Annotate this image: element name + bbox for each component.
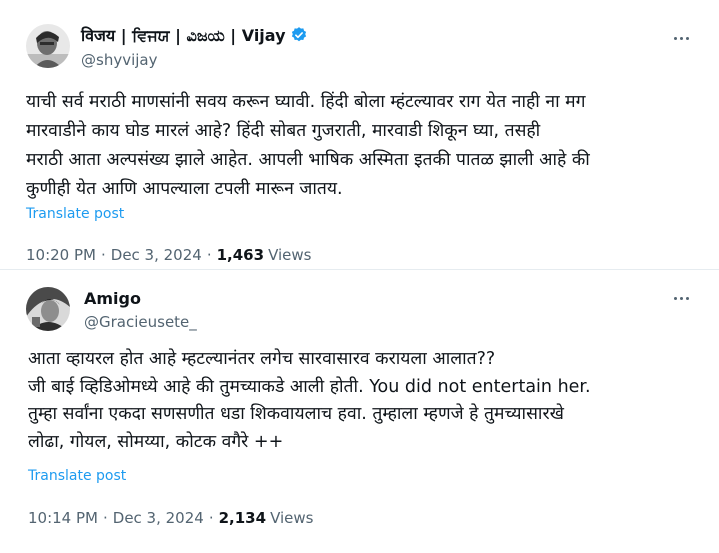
post-date[interactable]: Dec 3, 2024 [113, 509, 204, 527]
translate-post-link[interactable]: Translate post [26, 206, 124, 222]
post-time[interactable]: 10:14 PM [28, 509, 98, 527]
views-count[interactable]: 1,463 [217, 246, 264, 264]
display-name[interactable]: Amigo [84, 289, 141, 308]
post-text: याची सर्व मराठी माणसांनी सवय करून घ्यावी… [26, 92, 590, 199]
display-name[interactable]: विजय | ਵਿਜਯ | ವಿಜಯ | Vijay [81, 24, 286, 46]
post-text: आता व्हायरल होत आहे म्हटल्यानंतर लगेच सा… [28, 349, 591, 452]
post-card[interactable]: विजय | ਵਿਜਯ | ವಿಜಯ | Vijay @shyvijay याच… [0, 0, 719, 270]
author-handle[interactable]: @shyvijay [81, 51, 157, 69]
author-name-row[interactable]: विजय | ਵਿਜਯ | ವಿಜಯ | Vijay [81, 24, 308, 46]
post-meta: 10:20 PM · Dec 3, 2024 · 1,463 Views [26, 246, 311, 264]
author-name-row[interactable]: Amigo [84, 289, 141, 308]
views-label: Views [268, 246, 312, 264]
translate-post-link[interactable]: Translate post [28, 468, 126, 484]
post-meta: 10:14 PM · Dec 3, 2024 · 2,134 Views [28, 509, 313, 527]
verified-badge-icon [290, 26, 308, 44]
avatar-photo [26, 287, 70, 331]
separator-dot: · [206, 246, 212, 264]
separator-dot: · [100, 246, 106, 264]
avatar-photo [26, 24, 70, 68]
author-handle[interactable]: @Gracieusete_ [84, 313, 197, 331]
separator-dot: · [208, 509, 214, 527]
more-options-icon[interactable] [671, 288, 691, 308]
post-date[interactable]: Dec 3, 2024 [111, 246, 202, 264]
views-label: Views [270, 509, 314, 527]
post-time[interactable]: 10:20 PM [26, 246, 96, 264]
more-options-icon[interactable] [671, 28, 691, 48]
avatar[interactable] [26, 287, 70, 331]
avatar[interactable] [26, 24, 70, 68]
separator-dot: · [102, 509, 108, 527]
views-count[interactable]: 2,134 [219, 509, 266, 527]
post-card[interactable]: Amigo @Gracieusete_ आता व्हायरल होत आहे … [0, 271, 719, 553]
